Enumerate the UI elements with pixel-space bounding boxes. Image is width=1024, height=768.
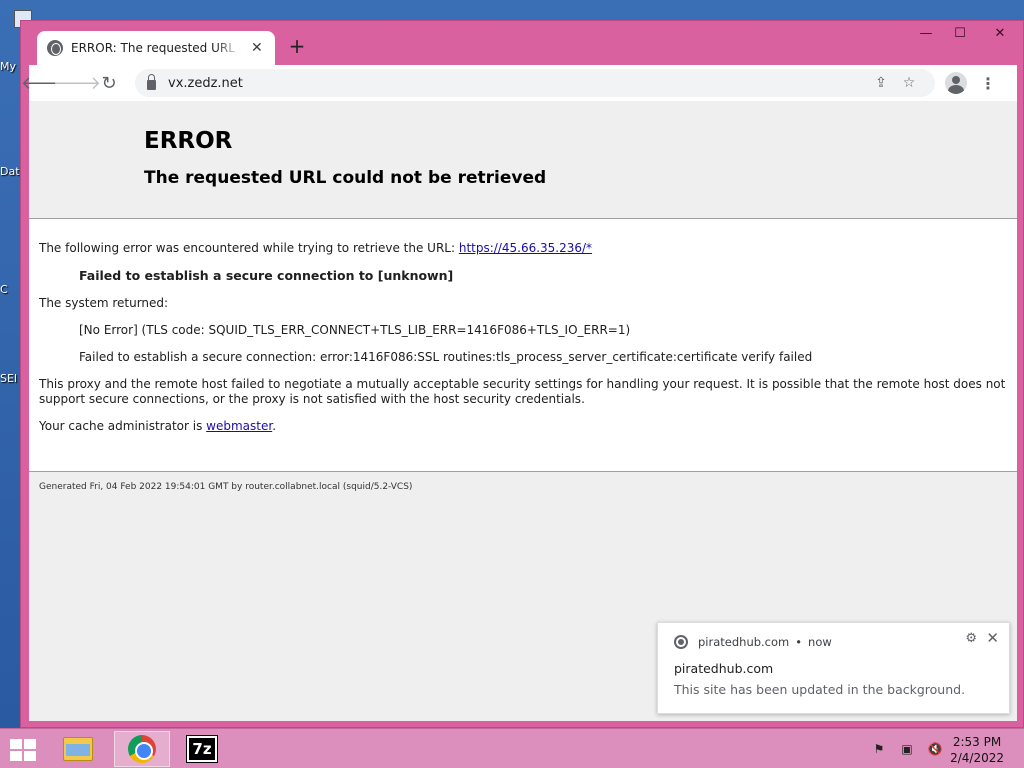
generated-footer: Generated Fri, 04 Feb 2022 19:54:01 GMT … [39,482,413,492]
globe-icon [47,40,63,56]
intro-text: The following error was encountered whil… [39,241,459,255]
taskbar-7zip[interactable]: 7z [174,731,230,767]
folder-icon [63,737,93,761]
tab-title: ERROR: The requested URL could not be re… [71,41,241,55]
taskbar-chrome[interactable] [114,731,170,767]
kebab-menu-icon[interactable]: ⋮ [975,74,1001,93]
browser-tab[interactable]: ERROR: The requested URL could not be re… [37,31,275,65]
clock-time: 2:53 PM [952,735,1002,749]
forward-button[interactable]: 🡒 [53,67,101,99]
chrome-icon [674,635,688,649]
webmaster-link[interactable]: webmaster [206,419,272,433]
window-controls: — ☐ ✕ [909,21,1023,45]
windows-start-icon[interactable] [8,737,38,761]
ssl-detail-line: Failed to establish a secure connection:… [79,350,813,364]
intro-paragraph: The following error was encountered whil… [39,241,1007,256]
clock-date: 2/4/2022 [950,751,1004,765]
desktop-label-c[interactable]: C [0,283,8,296]
error-url-link[interactable]: https://45.66.35.236/* [459,241,592,255]
error-subtitle: The requested URL could not be retrieved [144,168,547,188]
chrome-icon [128,735,156,763]
system-returned-label: The system returned: [39,296,169,310]
system-tray: ⚑ ▣ 🔇 [870,741,944,757]
new-tab-button[interactable]: + [285,35,309,59]
desktop-label-sei[interactable]: SEI [0,372,17,385]
failure-line: Failed to establish a secure connection … [79,268,1007,284]
gear-icon[interactable]: ⚙ [965,631,977,646]
7zip-icon: 7z [186,735,218,763]
notification-header: piratedhub.com • now [674,635,993,649]
tls-code-line: [No Error] (TLS code: SQUID_TLS_ERR_CONN… [79,323,631,337]
explanation-paragraph: This proxy and the remote host failed to… [39,377,1006,406]
cache-admin-line: Your cache administrator is webmaster. [39,419,1007,434]
bookmark-star-icon[interactable]: ☆ [895,75,923,91]
address-bar[interactable]: vx.zedz.net ⇪ ☆ [135,69,935,97]
chrome-notification[interactable]: piratedhub.com • now ⚙ ✕ piratedhub.com … [657,622,1010,714]
minimize-button[interactable]: — [909,21,943,45]
taskbar-file-explorer[interactable] [50,731,106,767]
share-icon[interactable]: ⇪ [867,75,895,91]
action-center-flag-icon[interactable]: ⚑ [870,741,888,757]
maximize-button[interactable]: ☐ [943,21,977,45]
taskbar: 7z ⚑ ▣ 🔇 2:53 PM 2/4/2022 [0,728,1024,768]
cache-admin-text: Your cache administrator is [39,419,207,433]
notification-site: piratedhub.com [698,635,790,649]
notification-time: now [808,635,832,649]
volume-muted-icon[interactable]: 🔇 [926,741,944,757]
reload-button[interactable]: ↻ [93,67,125,99]
close-window-button[interactable]: ✕ [977,21,1023,45]
failure-text: Failed to establish a secure connection … [79,268,454,283]
desktop-label-dat[interactable]: Dat [0,165,20,178]
url-text[interactable]: vx.zedz.net [168,76,867,91]
notification-separator: • [795,635,803,649]
cache-admin-suffix: . [272,419,277,433]
notification-message: This site has been updated in the backgr… [674,682,966,697]
error-title: ERROR [144,128,233,154]
taskbar-clock[interactable]: 2:53 PM 2/4/2022 [950,734,1004,766]
desktop-label-my[interactable]: My [0,60,16,73]
tab-close-icon[interactable]: ✕ [251,40,263,56]
error-header: ERROR The requested URL could not be ret… [29,101,1017,219]
notification-title: piratedhub.com [674,661,774,676]
close-icon[interactable]: ✕ [986,629,999,647]
error-body: The following error was encountered whil… [29,219,1017,472]
profile-avatar-icon[interactable] [945,72,967,94]
network-icon[interactable]: ▣ [898,741,916,757]
lock-icon[interactable] [147,74,156,90]
browser-toolbar: 🡐 🡒 ↻ vx.zedz.net ⇪ ☆ ⋮ [21,65,1017,101]
